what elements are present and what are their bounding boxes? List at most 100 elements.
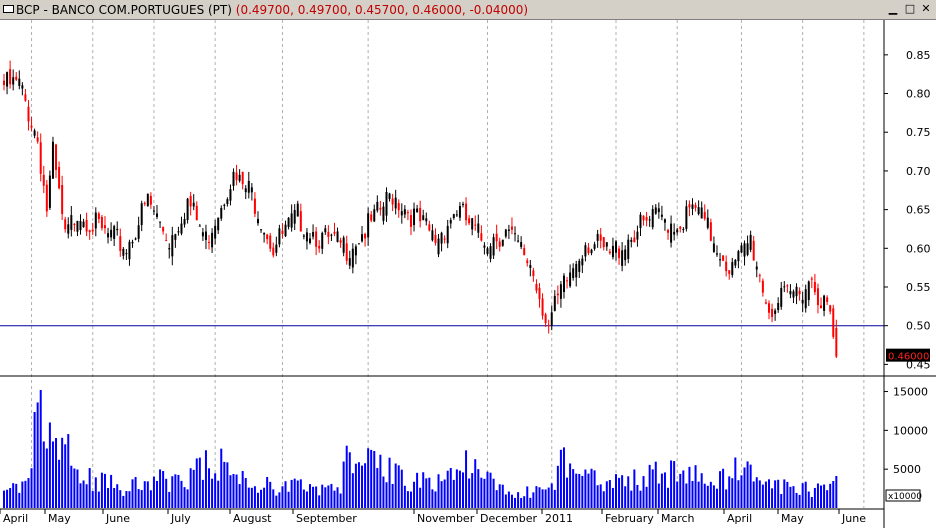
volume-bar	[107, 488, 110, 508]
candle-body	[541, 298, 544, 316]
candle-body	[483, 245, 486, 248]
candle-body	[764, 302, 767, 304]
volume-bar	[15, 483, 18, 508]
candle-body	[615, 241, 617, 253]
price-tick-label: 0.55	[906, 281, 931, 294]
candle-body	[569, 272, 572, 287]
candle-body	[602, 237, 605, 248]
volume-bar	[679, 473, 682, 508]
volume-bar	[761, 484, 764, 508]
volume-bar	[590, 468, 593, 508]
candle-body	[312, 232, 315, 237]
candle-body	[281, 230, 284, 234]
candle-body	[774, 310, 777, 314]
volume-bar	[88, 468, 91, 508]
maximize-button[interactable]: □	[903, 3, 917, 16]
volume-bar	[663, 472, 666, 508]
volume-bar	[361, 465, 364, 508]
price-tick-label: 0.85	[906, 49, 931, 62]
volume-bar	[584, 469, 587, 508]
candle-body	[697, 207, 700, 215]
candle-body	[440, 232, 443, 244]
candle-body	[630, 239, 633, 242]
candle-body	[168, 248, 171, 250]
volume-bar	[168, 491, 171, 508]
volume-bar	[159, 469, 162, 508]
volume-bar	[293, 478, 296, 508]
candle-body	[351, 248, 354, 268]
candle-body	[752, 240, 755, 261]
candle-body	[290, 213, 293, 228]
volume-bar	[538, 487, 541, 508]
minimize-button[interactable]: ▁	[886, 3, 900, 16]
close-button[interactable]: ✕	[919, 3, 933, 16]
candle-body	[777, 303, 780, 311]
volume-bar	[232, 474, 235, 508]
volume-bar	[645, 486, 648, 508]
candle-body	[734, 260, 737, 266]
volume-bar	[416, 472, 419, 508]
volume-bar	[449, 467, 452, 508]
candle-body	[64, 219, 67, 230]
volume-bar	[21, 481, 24, 508]
candle-body	[624, 249, 627, 261]
volume-bar	[526, 486, 529, 508]
candle-body	[21, 85, 24, 89]
candle-body	[737, 251, 740, 262]
candle-body	[244, 188, 247, 193]
candle-body	[572, 268, 575, 278]
volume-bar	[749, 464, 752, 508]
volume-bar	[566, 477, 569, 508]
volume-bar	[354, 463, 357, 508]
volume-bar	[572, 469, 575, 508]
candle-body	[159, 221, 162, 223]
x-tick-label: April	[727, 512, 752, 525]
volume-bar	[82, 480, 85, 508]
candle-body	[553, 295, 556, 311]
volume-bar	[517, 492, 520, 508]
volume-bar	[247, 487, 250, 508]
candle-body	[520, 242, 523, 247]
volume-bar	[599, 484, 602, 508]
candle-body	[798, 290, 801, 295]
volume-bar	[627, 476, 630, 508]
candle-body	[364, 233, 367, 239]
volume-bar	[97, 491, 100, 508]
volume-bar	[351, 473, 354, 508]
volume-bar	[654, 461, 657, 508]
volume-bar	[165, 478, 168, 508]
candle-body	[85, 219, 88, 232]
volume-bar	[719, 471, 722, 508]
candle-body	[379, 207, 382, 210]
candle-body	[771, 308, 774, 317]
candle-body	[58, 166, 61, 189]
volume-bar	[195, 458, 198, 508]
candle-body	[15, 76, 18, 80]
volume-bar	[152, 476, 155, 508]
candle-body	[458, 206, 461, 218]
volume-bar	[373, 450, 376, 508]
candle-body	[275, 244, 278, 253]
volume-bar	[119, 490, 122, 508]
candle-body	[663, 219, 666, 223]
candle-body	[431, 230, 434, 241]
volume-bar	[667, 487, 670, 508]
candle-body	[660, 214, 663, 217]
candle-body	[676, 229, 679, 233]
volume-bar	[725, 489, 728, 508]
volume-bar	[670, 460, 673, 508]
candle-body	[651, 209, 654, 228]
volume-bar	[403, 485, 406, 508]
candle-body	[318, 245, 321, 249]
candle-body	[24, 94, 27, 101]
volume-bar	[409, 491, 412, 508]
candle-body	[706, 217, 709, 228]
volume-bar	[455, 469, 458, 508]
candle-body	[501, 239, 504, 246]
volume-bar	[287, 491, 290, 508]
volume-bar	[471, 473, 474, 508]
volume-bar	[615, 474, 617, 508]
volume-bar	[559, 449, 562, 508]
volume-bar	[39, 389, 42, 508]
volume-bar	[122, 495, 125, 508]
